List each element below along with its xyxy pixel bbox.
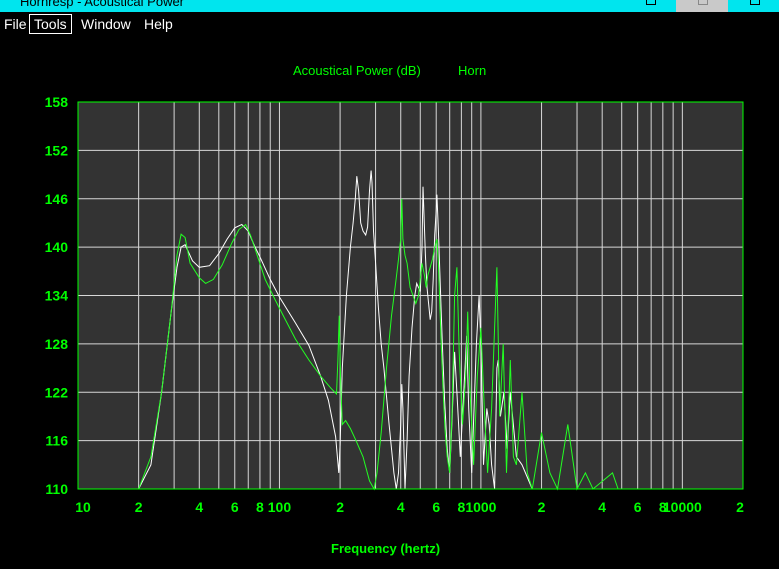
chart-title: Acoustical Power (dB) bbox=[293, 63, 421, 78]
y-tick-label: 122 bbox=[45, 384, 69, 400]
x-tick-label: 2 bbox=[336, 499, 344, 515]
x-tick-label: 2 bbox=[538, 499, 546, 515]
y-tick-label: 110 bbox=[45, 481, 68, 497]
x-tick-label: 1000 bbox=[465, 499, 496, 515]
x-tick-label: 8 bbox=[256, 499, 264, 515]
x-tick-label: 4 bbox=[598, 499, 606, 515]
x-tick-label: 100 bbox=[268, 499, 292, 515]
y-tick-label: 128 bbox=[45, 336, 69, 352]
x-tick-labels: 10 2 4 6 8 100 2 4 6 8 1000 2 4 6 810000 2 bbox=[75, 499, 744, 515]
x-tick-label: 8 bbox=[457, 499, 465, 515]
x-tick-label: 4 bbox=[397, 499, 405, 515]
y-tick-label: 146 bbox=[45, 191, 69, 207]
x-tick-label: 2 bbox=[135, 499, 143, 515]
y-tick-label: 152 bbox=[45, 142, 69, 158]
x-tick-label: 6 bbox=[634, 499, 642, 515]
x-tick-label: 10000 bbox=[663, 499, 702, 515]
x-tick-label: 10 bbox=[75, 499, 91, 515]
y-tick-label: 158 bbox=[45, 94, 69, 110]
y-tick-label: 140 bbox=[45, 239, 69, 255]
x-tick-label: 4 bbox=[195, 499, 203, 515]
acoustical-power-chart: Acoustical Power (dB) Horn 1101161221281… bbox=[45, 63, 744, 556]
y-tick-label: 134 bbox=[45, 288, 69, 304]
x-tick-label: 2 bbox=[736, 499, 744, 515]
chart-subtitle: Horn bbox=[458, 63, 486, 78]
y-tick-labels: 110 116 122 128 134 140 146 152 158 bbox=[45, 94, 69, 497]
x-tick-label: 6 bbox=[231, 499, 239, 515]
y-tick-label: 116 bbox=[45, 433, 68, 449]
x-tick-label: 6 bbox=[432, 499, 440, 515]
x-axis-label: Frequency (hertz) bbox=[331, 541, 440, 556]
